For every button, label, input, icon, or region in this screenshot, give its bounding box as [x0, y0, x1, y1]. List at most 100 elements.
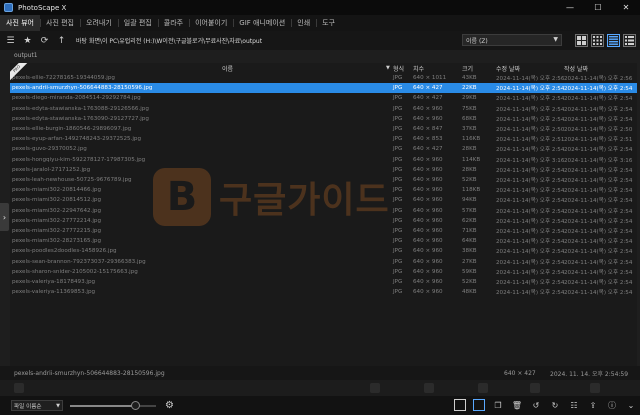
- file-dims-cell: 640 × 960: [413, 177, 443, 184]
- table-row[interactable]: pexels-valeriya-18178493.jpg JPG 640 × 960…: [10, 277, 637, 287]
- folder-icon[interactable]: [478, 383, 488, 393]
- sort-filter-dropdown[interactable]: 파일 이름순 ▼: [11, 400, 63, 411]
- small-grid-view-icon[interactable]: [591, 34, 604, 47]
- list-view-icon[interactable]: [607, 34, 620, 47]
- table-row[interactable]: pexels-sean-brannon-792373037-29366383.j…: [10, 257, 637, 267]
- tab-7[interactable]: 인쇄: [291, 15, 316, 31]
- file-size-cell: 118KB: [462, 187, 481, 194]
- side-panel-toggle[interactable]: ›: [0, 203, 9, 231]
- minimize-button[interactable]: —: [556, 0, 584, 15]
- adjust-icon[interactable]: ☷: [568, 399, 580, 411]
- file-size-cell: 114KB: [462, 156, 481, 163]
- image-action-bar: [0, 380, 640, 396]
- camera-icon[interactable]: [14, 383, 24, 393]
- rotate-right-icon[interactable]: ↻: [549, 399, 561, 411]
- modified-date-cell: 2024-11-14(목) 오후 2:51: [496, 137, 565, 144]
- tab-3[interactable]: 일괄 편집: [117, 15, 158, 31]
- tab-2[interactable]: 오려내기: [80, 15, 118, 31]
- file-type-cell: JPG: [393, 268, 403, 275]
- table-row[interactable]: pexels-sharon-snider-2105002-15175663.jp…: [10, 267, 637, 277]
- column-created-header[interactable]: 작성 날짜: [564, 64, 634, 73]
- table-row[interactable]: pexels-poodles2doodles-1458926.jpg JPG 640…: [10, 246, 637, 256]
- tab-4[interactable]: 콜라주: [157, 15, 189, 31]
- table-row[interactable]: pexels-leah-newhouse-50725-9676789.jpg JP…: [10, 175, 637, 185]
- modified-date-cell: 2024-11-14(목) 오후 2:54: [496, 249, 565, 256]
- column-size-header[interactable]: 크기: [462, 64, 492, 73]
- column-modified-header[interactable]: 수정 날짜: [496, 64, 562, 73]
- rotate-left-icon[interactable]: ↺: [530, 399, 542, 411]
- table-row[interactable]: pexels-edyta-stawianska-1763090-29127727…: [10, 114, 637, 124]
- upload-icon[interactable]: ⇪: [587, 399, 599, 411]
- file-name-cell: pexels-miami302-28273165.jpg: [12, 238, 101, 245]
- table-row[interactable]: pexels-eyup-arfan-1492748243-29372525.jp…: [10, 134, 637, 144]
- folder-path[interactable]: 바탕 화면\이 PC\유럽리전 (H:)\W이전\구글블로거\무료사진\자료\o…: [76, 36, 426, 45]
- file-dims-cell: 640 × 960: [413, 289, 443, 296]
- table-row[interactable]: pexels-ellie-72278165-19344059.jpg JPG 640…: [10, 73, 637, 83]
- detail-view-icon[interactable]: [623, 34, 636, 47]
- file-name-cell: pexels-eyup-arfan-1492748243-29372525.jp…: [12, 136, 142, 143]
- table-row[interactable]: pexels-miami302-22947642.jpg JPG 640 × 960…: [10, 206, 637, 216]
- sort-filter-value: 파일 이름순: [14, 403, 42, 410]
- app-logo-icon: [4, 3, 13, 12]
- file-type-cell: JPG: [393, 258, 403, 265]
- close-button[interactable]: ✕: [612, 0, 640, 15]
- refresh-icon[interactable]: ⟳: [38, 34, 51, 47]
- sort-dropdown[interactable]: 이름 (Z) ▼: [462, 34, 562, 46]
- more-chevron-icon[interactable]: ⌄: [625, 399, 637, 411]
- thumbnail-size-slider[interactable]: [70, 401, 156, 410]
- table-row[interactable]: pexels-miami302-27772214.jpg JPG 640 × 960…: [10, 216, 637, 226]
- column-name-header[interactable]: 이름: [12, 64, 388, 73]
- selected-date: 2024. 11. 14. 오후 2:54:59: [550, 370, 629, 378]
- column-type-header[interactable]: 형식: [393, 64, 413, 73]
- tab-6[interactable]: GIF 애니메이션: [233, 15, 291, 31]
- chevron-down-icon: ▼: [56, 402, 60, 409]
- window-title: PhotoScape X: [18, 3, 67, 12]
- trash-icon[interactable]: 🗑: [511, 399, 523, 411]
- gear-icon[interactable]: ⚙: [163, 399, 176, 412]
- select-all-icon[interactable]: [454, 399, 466, 411]
- created-date-cell: 2024-11-14(목) 오후 3:16: [564, 157, 633, 164]
- large-grid-view-icon[interactable]: [575, 34, 588, 47]
- file-name-cell: pexels-edyta-stawianska-1763088-29126566…: [12, 105, 149, 112]
- table-row[interactable]: pexels-guvo-29370052.jpg JPG 640 × 427 28KB…: [10, 144, 637, 154]
- file-dims-cell: 640 × 960: [413, 187, 443, 194]
- modified-date-cell: 2024-11-14(목) 오후 2:54: [496, 280, 565, 287]
- star-icon[interactable]: ★: [21, 34, 34, 47]
- checkbox-icon[interactable]: [473, 399, 485, 411]
- table-row[interactable]: pexels-ellie-burgin-1860546-29896097.jpg…: [10, 124, 637, 134]
- table-row[interactable]: pexels-valeriya-11369853.jpg JPG 640 × 960…: [10, 287, 637, 297]
- table-row[interactable]: pexels-jaralol-27171252.jpg JPG 640 × 960 2…: [10, 165, 637, 175]
- up-arrow-icon[interactable]: ↑: [55, 34, 68, 47]
- tab-1[interactable]: 사진 편집: [40, 15, 80, 31]
- table-row[interactable]: pexels-miami302-27772215.jpg JPG 640 × 960…: [10, 226, 637, 236]
- slider-handle[interactable]: [130, 401, 140, 410]
- file-type-cell: JPG: [393, 197, 403, 204]
- modified-date-cell: 2024-11-14(목) 오후 2:54: [496, 208, 565, 215]
- info-icon[interactable]: ⓘ: [606, 399, 618, 411]
- table-row[interactable]: pexels-miami302-20814466.jpg JPG 640 × 960…: [10, 185, 637, 195]
- copy-icon[interactable]: ❐: [492, 399, 504, 411]
- tab-0[interactable]: 사진 뷰어: [0, 15, 40, 31]
- viewer-toolbar: ☰ ★ ⟳ ↑ 바탕 화면\이 PC\유럽리전 (H:)\W이전\구글블로거\무…: [0, 31, 640, 50]
- maximize-button[interactable]: ☐: [584, 0, 612, 15]
- modified-date-cell: 2024-11-14(목) 오후 2:50: [496, 127, 565, 134]
- modified-date-cell: 2024-11-14(목) 오후 2:56: [496, 76, 565, 83]
- file-type-cell: JPG: [393, 207, 403, 214]
- column-dims-header[interactable]: 치수: [413, 64, 460, 73]
- file-dims-cell: 640 × 960: [413, 279, 443, 286]
- file-dims-cell: 640 × 960: [413, 197, 443, 204]
- aperture-icon[interactable]: [424, 383, 434, 393]
- table-row[interactable]: pexels-andrii-smurzhyn-506644883-2815059…: [10, 83, 637, 94]
- tab-5[interactable]: 이어붙이기: [189, 15, 233, 31]
- created-date-cell: 2024-11-14(목) 오후 2:54: [564, 229, 633, 236]
- share-icon[interactable]: [530, 383, 540, 393]
- table-row[interactable]: pexels-diego-miranda-2084514-29292784.jp…: [10, 93, 637, 103]
- table-row[interactable]: pexels-edyta-stawianska-1763088-29126566…: [10, 104, 637, 114]
- menu-icon[interactable]: ☰: [4, 34, 17, 47]
- table-row[interactable]: pexels-hongqiyu-kim-592278127-17987305.j…: [10, 155, 637, 165]
- compare-icon[interactable]: [590, 383, 600, 393]
- power-icon[interactable]: [370, 383, 380, 393]
- table-row[interactable]: pexels-miami302-20814512.jpg JPG 640 × 960…: [10, 195, 637, 205]
- tab-8[interactable]: 도구: [316, 15, 341, 31]
- table-row[interactable]: pexels-miami302-28273165.jpg JPG 640 × 960…: [10, 236, 637, 246]
